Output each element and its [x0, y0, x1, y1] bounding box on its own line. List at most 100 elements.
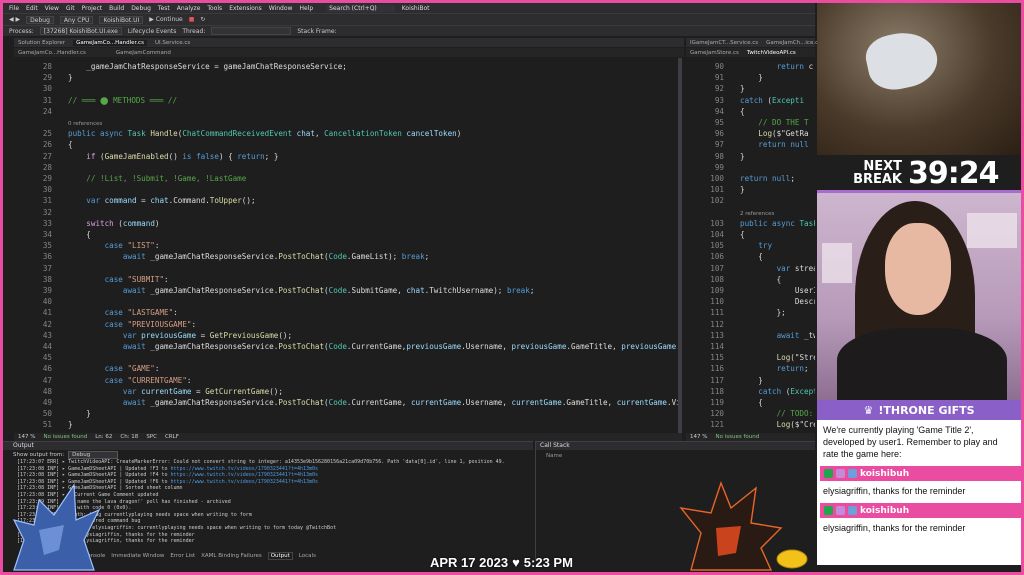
- bottom-tab[interactable]: Output: [267, 552, 293, 560]
- output-source-dropdown[interactable]: Debug: [68, 450, 119, 459]
- left-scrollbar[interactable]: [678, 58, 682, 433]
- back-icon[interactable]: ◀ ▶: [9, 16, 20, 23]
- code-line[interactable]: case "GAME":: [68, 364, 160, 373]
- tab-service[interactable]: UI.Service.cs: [155, 40, 190, 46]
- code-line[interactable]: // !List, !Submit, !Game, !LastGame: [68, 174, 246, 183]
- code-line[interactable]: var previousGame = GetPreviousGame();: [68, 331, 292, 340]
- menu-item[interactable]: View: [45, 5, 59, 12]
- code-line[interactable]: case "LASTGAME":: [68, 308, 178, 317]
- code-line[interactable]: }: [68, 73, 73, 82]
- tab-solution-explorer[interactable]: Solution Explorer: [18, 40, 65, 46]
- status-item: 147 %: [18, 434, 36, 440]
- code-line[interactable]: {: [740, 107, 745, 116]
- code-line[interactable]: switch (command): [68, 219, 159, 228]
- code-line[interactable]: public async Task Handle(ChatCommandRece…: [68, 129, 461, 138]
- menu-item[interactable]: Build: [109, 5, 124, 12]
- code-line[interactable]: // ═══ ⬤ METHODS ═══ //: [68, 96, 177, 105]
- thread-dropdown[interactable]: [211, 27, 292, 35]
- code-line[interactable]: var command = chat.Command.ToUpper();: [68, 196, 255, 205]
- continue-button[interactable]: ▶ Continue: [149, 16, 183, 23]
- code-line[interactable]: await _gameJamChatResponseService.PostTo…: [68, 286, 535, 295]
- code-line[interactable]: var currentGame = GetCurrentGame();: [68, 387, 283, 396]
- code-line[interactable]: // DO THE T: [740, 118, 808, 127]
- code-line[interactable]: _gameJamChatResponseService = gameJamCha…: [68, 62, 347, 71]
- platform-dropdown[interactable]: Any CPU: [59, 15, 94, 24]
- code-line[interactable]: {: [68, 140, 73, 149]
- code-line[interactable]: Log($"Creat: [740, 420, 815, 429]
- tab-igamejam[interactable]: IGameJamCT...Service.cs: [690, 40, 758, 46]
- tab-gamejamch[interactable]: GameJamCh...ice.cs: [766, 40, 821, 46]
- code-line[interactable]: var streamM: [740, 264, 815, 273]
- code-line[interactable]: await _gameJamChatResponseService.PostTo…: [68, 342, 682, 351]
- code-line[interactable]: }: [68, 420, 73, 429]
- menu-item[interactable]: Extensions: [229, 5, 262, 12]
- code-line[interactable]: if (GameJamEnabled() is false) { return;…: [68, 152, 278, 161]
- code-line[interactable]: try: [740, 241, 772, 250]
- menu-item[interactable]: Help: [299, 5, 313, 12]
- code-line[interactable]: {: [68, 230, 91, 239]
- code-line[interactable]: await _gameJamChatResponseService.PostTo…: [68, 398, 682, 407]
- code-line[interactable]: catch (Excepti: [740, 96, 804, 105]
- code-line[interactable]: public async Task: [740, 219, 815, 228]
- code-line[interactable]: {: [740, 230, 745, 239]
- menu-item[interactable]: Tools: [207, 5, 222, 12]
- code-line[interactable]: await _gameJamChatResponseService.PostTo…: [68, 252, 429, 261]
- code-line[interactable]: }: [740, 84, 745, 93]
- code-line[interactable]: }: [740, 185, 745, 194]
- right-tab-active[interactable]: TwitchVideoAPI.cs: [747, 50, 796, 56]
- left-file-path[interactable]: GameJamCo...Handler.cs: [18, 50, 86, 56]
- left-class-path[interactable]: GameJamCommand: [116, 50, 171, 56]
- code-line[interactable]: case "PREVIOUSGAME":: [68, 320, 196, 329]
- right-code-editor[interactable]: 90 return c 91 } 92} 93 catch (Excepti 94{95 …: [686, 58, 815, 433]
- code-line[interactable]: 2 references: [740, 208, 774, 217]
- menu-item[interactable]: KoishiBot: [402, 5, 430, 12]
- menu-item[interactable]: File: [9, 5, 19, 12]
- code-line[interactable]: return c: [740, 62, 814, 71]
- startup-dropdown[interactable]: KoishiBot.UI: [99, 15, 144, 24]
- status-item[interactable]: No issues found: [715, 434, 759, 440]
- left-code-editor[interactable]: 28 _gameJamChatResponseService = gameJam…: [14, 58, 682, 433]
- menu-item[interactable]: Edit: [26, 5, 38, 12]
- menu-item[interactable]: Debug: [131, 5, 151, 12]
- bottom-tab[interactable]: Immediate Window: [111, 553, 164, 559]
- code-line[interactable]: UserId =: [740, 286, 815, 295]
- code-line[interactable]: Log($"GetRa: [740, 129, 808, 138]
- code-line[interactable]: 0 references: [68, 118, 102, 127]
- tab-handler[interactable]: GameJamCo...Handler.cs: [73, 39, 147, 46]
- code-line[interactable]: {: [740, 275, 782, 284]
- code-line[interactable]: Descript: [740, 297, 815, 306]
- code-line[interactable]: }: [740, 73, 763, 82]
- status-item[interactable]: No issues found: [43, 434, 87, 440]
- right-file-path[interactable]: GameJamStore.cs: [690, 50, 739, 56]
- code-line[interactable]: }: [740, 152, 745, 161]
- stop-icon[interactable]: ■: [189, 16, 195, 23]
- lifecycle-events[interactable]: Lifecycle Events: [128, 28, 177, 35]
- code-line[interactable]: case "CURRENTGAME":: [68, 376, 192, 385]
- menu-item[interactable]: Window: [269, 5, 293, 12]
- code-line[interactable]: // TODO: Th: [740, 409, 815, 418]
- code-line[interactable]: {: [740, 398, 763, 407]
- bottom-tab[interactable]: XAML Binding Failures: [201, 553, 262, 559]
- config-dropdown[interactable]: Debug: [26, 15, 54, 24]
- code-line[interactable]: return null;: [740, 174, 795, 183]
- code-line[interactable]: return null: [740, 140, 808, 149]
- code-line[interactable]: case "LIST":: [68, 241, 160, 250]
- code-line[interactable]: }: [68, 409, 91, 418]
- code-line[interactable]: catch (Excepti: [740, 387, 815, 396]
- code-line[interactable]: Log("Stream: [740, 353, 815, 362]
- restart-icon[interactable]: ↻: [200, 16, 205, 23]
- bottom-tab[interactable]: Error List: [170, 553, 195, 559]
- process-dropdown[interactable]: [37268] KoishiBot.UI.exe: [39, 27, 122, 35]
- menu-item[interactable]: Git: [66, 5, 75, 12]
- menu-item[interactable]: Analyze: [177, 5, 201, 12]
- code-line[interactable]: await _twit: [740, 331, 815, 340]
- menu-item[interactable]: Search (Ctrl+Q): [326, 4, 395, 12]
- code-line[interactable]: }: [740, 376, 763, 385]
- code-line[interactable]: case "SUBMIT":: [68, 275, 169, 284]
- bottom-tab[interactable]: Locals: [299, 553, 316, 559]
- code-line[interactable]: return;: [740, 364, 809, 373]
- menu-item[interactable]: Project: [82, 5, 103, 12]
- code-line[interactable]: {: [740, 252, 763, 261]
- code-line[interactable]: };: [740, 308, 786, 317]
- menu-item[interactable]: Test: [158, 5, 170, 12]
